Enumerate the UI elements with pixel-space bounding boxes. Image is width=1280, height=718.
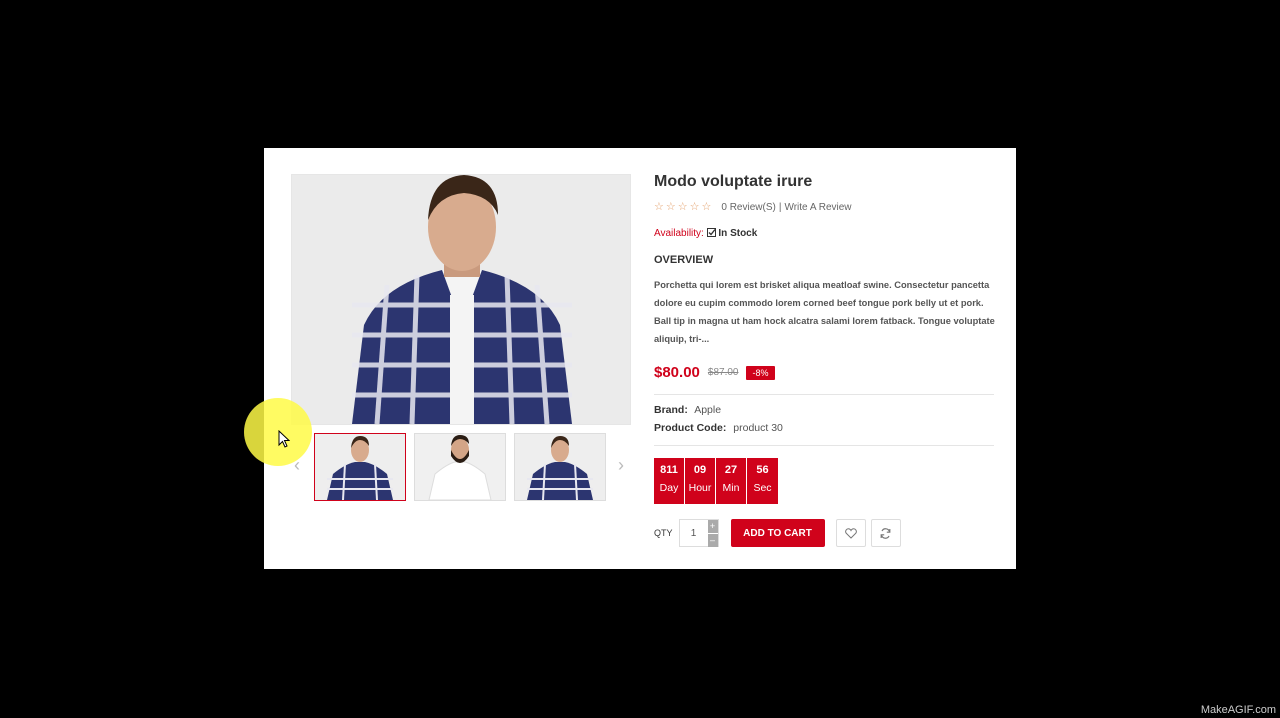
reviews-link[interactable]: 0 Review(S) — [721, 202, 775, 213]
thumbnail-3[interactable] — [514, 433, 606, 501]
discount-badge: -8% — [746, 365, 775, 380]
product-code-row: Product Code: product 30 — [654, 422, 783, 434]
countdown-minutes-value: 27 — [724, 464, 738, 476]
thumbnail-1[interactable] — [314, 433, 406, 501]
quantity-buttons: + – — [707, 520, 718, 547]
refresh-icon — [880, 527, 891, 539]
watermark: MakeAGIF.com — [1200, 704, 1276, 716]
compare-button[interactable] — [870, 519, 901, 547]
countdown-hours-value: 09 — [693, 464, 707, 476]
countdown-timer: 811 Day 09 Hour 27 Min 56 Sec — [654, 458, 778, 504]
quantity-stepper: + – — [678, 519, 719, 547]
countdown-seconds: 56 Sec — [747, 458, 778, 504]
mouse-pointer-icon — [278, 430, 290, 448]
wishlist-button[interactable] — [835, 519, 866, 547]
chevron-right-icon[interactable]: › — [614, 455, 628, 475]
countdown-seconds-value: 56 — [756, 464, 769, 476]
product-main-image — [291, 174, 631, 425]
quantity-decrease-button[interactable]: – — [707, 533, 718, 547]
product-code-value: product 30 — [733, 422, 783, 434]
overview-text: Porchetta qui lorem est brisket aliqua m… — [654, 280, 995, 344]
availability: Availability: In Stock — [654, 228, 757, 239]
countdown-hours: 09 Hour — [685, 458, 716, 504]
review-separator: | — [778, 201, 782, 213]
star-outline-icon: ☆ — [654, 201, 664, 213]
thumbnail-2[interactable] — [414, 433, 506, 501]
availability-label: Availability: — [654, 228, 704, 239]
divider — [654, 394, 994, 395]
star-outline-icon: ☆ — [701, 201, 712, 213]
star-outline-icon: ☆ — [665, 201, 676, 213]
countdown-minutes: 27 Min — [716, 458, 747, 504]
countdown-days-value: 811 — [660, 464, 678, 476]
countdown-days-label: Day — [659, 482, 679, 494]
star-outline-icon: ☆ — [689, 201, 700, 213]
product-quickview-modal: ‹ › Modo voluptate irure ☆ ☆ ☆ ☆ ☆ 0 Rev… — [244, 148, 1016, 569]
old-price: $87.00 — [707, 367, 739, 378]
chevron-left-icon[interactable]: ‹ — [290, 455, 304, 475]
thumbnail-carousel: ‹ › — [286, 433, 636, 503]
overview-heading: OVERVIEW — [654, 254, 714, 266]
rating-stars: ☆ ☆ ☆ ☆ ☆ — [654, 201, 711, 213]
qty-label: QTY — [654, 528, 673, 538]
divider — [654, 445, 994, 446]
brand-value[interactable]: Apple — [694, 404, 721, 416]
countdown-days: 811 Day — [654, 458, 685, 504]
product-title: Modo voluptate irure — [654, 173, 813, 190]
cart-row: QTY + – ADD TO CART — [654, 519, 901, 547]
price-row: $80.00 $87.00 -8% — [654, 364, 775, 381]
write-review-link[interactable]: Write A Review — [784, 202, 851, 213]
add-to-cart-button[interactable]: ADD TO CART — [730, 519, 825, 547]
product-code-label: Product Code: — [654, 422, 727, 434]
countdown-hours-label: Hour — [688, 482, 712, 494]
check-square-icon — [706, 228, 719, 239]
price: $80.00 — [654, 364, 700, 381]
quantity-increase-button[interactable]: + — [707, 520, 718, 533]
rating-row: ☆ ☆ ☆ ☆ ☆ 0 Review(S) | Write A Review — [654, 201, 852, 213]
quantity-input[interactable] — [679, 520, 708, 546]
star-outline-icon: ☆ — [677, 201, 688, 213]
availability-value: In Stock — [718, 228, 758, 239]
heart-icon — [844, 527, 857, 539]
brand-row: Brand: Apple — [654, 404, 721, 416]
brand-label: Brand: — [654, 404, 688, 416]
countdown-minutes-label: Min — [722, 482, 740, 494]
countdown-seconds-label: Sec — [753, 482, 772, 494]
